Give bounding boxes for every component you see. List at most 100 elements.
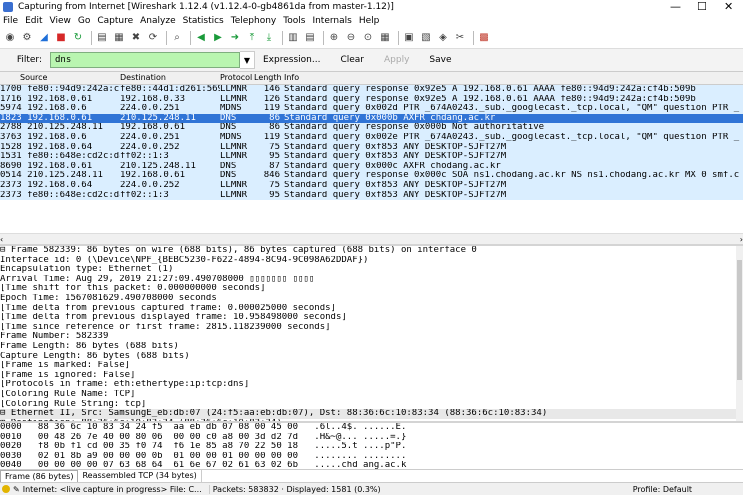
display-filters-icon[interactable]: ▧ bbox=[419, 31, 433, 45]
packet-details-pane: ⊟ Frame 582339: 86 bytes on wire (688 bi… bbox=[0, 244, 743, 421]
tab-reassembled-tcp[interactable]: Reassembled TCP (34 bytes) bbox=[78, 470, 202, 482]
detail-row[interactable]: [Coloring Rule String: tcp] bbox=[0, 399, 743, 410]
expert-info-icon[interactable] bbox=[2, 485, 10, 493]
close-window-button[interactable]: ✕ bbox=[724, 0, 733, 14]
stop-icon[interactable]: ■ bbox=[54, 31, 68, 45]
packet-row[interactable]: 8690 192.168.0.61 210.125.248.11 DNS 87 Stan… bbox=[0, 161, 743, 172]
profile-status[interactable]: Profile: Default bbox=[633, 485, 692, 494]
clear-filter-button[interactable]: Clear bbox=[340, 55, 364, 65]
column-length[interactable]: Length bbox=[254, 72, 284, 84]
detail-row[interactable]: Frame Number: 582339 bbox=[0, 332, 743, 342]
save-icon[interactable]: ▦ bbox=[112, 31, 126, 45]
detail-row[interactable]: Frame Length: 86 bytes (688 bits) bbox=[0, 341, 743, 352]
menu-help[interactable]: Help bbox=[359, 16, 380, 26]
colorize-icon[interactable]: ▥ bbox=[286, 31, 300, 45]
packet-cell-src: 1716 192.168.0.61 bbox=[0, 94, 93, 104]
detail-row[interactable]: [Frame is marked: False] bbox=[0, 361, 743, 371]
coloring-rules-icon[interactable]: ◈ bbox=[436, 31, 450, 45]
menu-view[interactable]: View bbox=[50, 16, 71, 26]
menu-statistics[interactable]: Statistics bbox=[183, 16, 224, 26]
open-icon[interactable]: ▤ bbox=[95, 31, 109, 45]
forward-icon[interactable]: ▶ bbox=[211, 31, 225, 45]
hex-row[interactable]: 0020 f8 0b f1 cd 00 35 f0 74 f6 1e 85 a8… bbox=[0, 442, 743, 452]
last-icon[interactable]: ⤓ bbox=[262, 31, 276, 45]
detail-row[interactable]: Arrival Time: Aug 29, 2019 21:27:09.4907… bbox=[0, 274, 743, 285]
detail-row[interactable]: Epoch Time: 1567081629.490708000 seconds bbox=[0, 293, 743, 304]
toolbar-separator bbox=[166, 31, 167, 45]
packet-cell-len: 146 bbox=[263, 85, 280, 94]
packet-cell-info: Standard query 0x000b AXFR chdang.ac.kr bbox=[284, 113, 496, 123]
detail-row[interactable]: ⊟ Frame 582339: 86 bytes on wire (688 bi… bbox=[0, 246, 743, 256]
start-icon[interactable]: ◢ bbox=[37, 31, 51, 45]
menu-go[interactable]: Go bbox=[78, 16, 90, 26]
interface-icon[interactable]: ◉ bbox=[3, 31, 17, 45]
back-icon[interactable]: ◀ bbox=[194, 31, 208, 45]
preferences-icon[interactable]: ✂ bbox=[453, 31, 467, 45]
menu-capture[interactable]: Capture bbox=[97, 16, 133, 26]
column-destination[interactable]: Destination bbox=[120, 72, 220, 84]
detail-row[interactable]: [Protocols in frame: eth:ethertype:ip:tc… bbox=[0, 380, 743, 390]
hex-row[interactable]: 0010 00 48 26 7e 40 00 80 06 00 00 c0 a8… bbox=[0, 433, 743, 443]
column-info[interactable]: Info bbox=[284, 72, 742, 84]
tab-frame[interactable]: Frame (86 bytes) bbox=[0, 470, 79, 482]
packet-row[interactable]: 0514 210.125.248.11 192.168.0.61 DNS 846 Sta… bbox=[0, 171, 743, 181]
detail-row[interactable]: [Time since reference or first frame: 28… bbox=[0, 322, 743, 333]
detail-row[interactable]: ⊟ Ethernet II, Src: SamsungE_eb:db:07 (2… bbox=[0, 409, 743, 419]
resize-columns-icon[interactable]: ▦ bbox=[378, 31, 392, 45]
minimize-button[interactable]: — bbox=[670, 0, 681, 14]
packet-row[interactable]: 1531 fe80::648e:cd2c:d85 ff02::1:3 LLMNR 95… bbox=[0, 152, 743, 162]
find-icon[interactable]: ⌕ bbox=[170, 31, 184, 45]
save-filter-button[interactable]: Save bbox=[429, 55, 451, 65]
packet-row[interactable]: 1528 192.168.0.64 224.0.0.252 LLMNR 75 Stand… bbox=[0, 142, 743, 153]
packet-row[interactable]: 2373 fe80::648e:cd2c:d85 ff02::1:3 LLMNR 95… bbox=[0, 190, 743, 201]
scroll-left-icon[interactable]: ‹ bbox=[0, 235, 3, 244]
goto-icon[interactable]: ➜ bbox=[228, 31, 242, 45]
packet-row[interactable]: 1700 fe80::94d9:242a:cf4 fe80::44d1:d261:… bbox=[0, 85, 743, 95]
detail-row[interactable]: [Frame is ignored: False] bbox=[0, 370, 743, 381]
detail-row[interactable]: [Coloring Rule Name: TCP] bbox=[0, 389, 743, 400]
menu-internals[interactable]: Internals bbox=[312, 16, 351, 26]
zoom-in-icon[interactable]: ⊕ bbox=[327, 31, 341, 45]
hex-row[interactable]: 0000 88 36 6c 10 83 34 24 f5 aa eb db 07… bbox=[0, 423, 743, 433]
packet-row[interactable]: 1823 192.168.0.61 210.125.248.11 DNS 86 Stan… bbox=[0, 113, 743, 124]
options-icon[interactable]: ⚙ bbox=[20, 31, 34, 45]
menu-file[interactable]: File bbox=[3, 16, 18, 26]
detail-row[interactable]: [Time shift for this packet: 0.000000000… bbox=[0, 284, 743, 294]
detail-row[interactable]: [Time delta from previous captured frame… bbox=[0, 303, 743, 314]
packet-row[interactable]: 2373 192.168.0.64 224.0.0.252 LLMNR 75 Stand… bbox=[0, 180, 743, 191]
capture-filters-icon[interactable]: ▣ bbox=[402, 31, 416, 45]
packet-row[interactable]: 2788 210.125.248.11 192.168.0.61 DNS 86 Stan… bbox=[0, 123, 743, 133]
menu-analyze[interactable]: Analyze bbox=[140, 16, 175, 26]
hex-row[interactable]: 0030 02 01 8b a9 00 00 00 0b 01 00 00 01… bbox=[0, 452, 743, 462]
packet-row[interactable]: 1716 192.168.0.61 192.168.0.33 LLMNR 126 Sta… bbox=[0, 94, 743, 105]
first-icon[interactable]: ⤒ bbox=[245, 31, 259, 45]
apply-filter-button[interactable]: Apply bbox=[384, 55, 409, 65]
column-source[interactable]: Source bbox=[0, 72, 120, 84]
hex-row[interactable]: 0040 00 00 00 00 07 63 68 64 61 6e 67 02… bbox=[0, 461, 743, 469]
packet-row[interactable]: 3763 192.168.0.6 224.0.0.251 MDNS 119 Standa… bbox=[0, 132, 743, 143]
column-protocol[interactable]: Protocol bbox=[220, 72, 254, 84]
menu-tools[interactable]: Tools bbox=[283, 16, 305, 26]
detail-row[interactable]: Encapsulation type: Ethernet (1) bbox=[0, 265, 743, 275]
reload-icon[interactable]: ⟳ bbox=[146, 31, 160, 45]
details-scroll-thumb[interactable] bbox=[737, 260, 742, 380]
display-filter-input[interactable]: dns bbox=[50, 52, 240, 68]
zoom-out-icon[interactable]: ⊖ bbox=[344, 31, 358, 45]
details-vertical-scrollbar[interactable] bbox=[736, 246, 743, 421]
zoom-normal-icon[interactable]: ⊙ bbox=[361, 31, 375, 45]
autoscroll-icon[interactable]: ▤ bbox=[303, 31, 317, 45]
edit-comment-icon[interactable]: ✎ bbox=[13, 485, 20, 494]
detail-row[interactable]: Interface id: 0 (\Device\NPF_{BEBC5230-F… bbox=[0, 255, 743, 266]
detail-row[interactable]: Capture Length: 86 bytes (688 bits) bbox=[0, 351, 743, 362]
packet-row[interactable]: 5974 192.168.0.6 224.0.0.251 MDNS 119 Standa… bbox=[0, 104, 743, 114]
detail-row[interactable]: [Time delta from previous displayed fram… bbox=[0, 313, 743, 323]
menu-edit[interactable]: Edit bbox=[25, 16, 42, 26]
help-icon[interactable]: ▩ bbox=[477, 31, 491, 45]
maximize-button[interactable]: ☐ bbox=[697, 0, 707, 14]
menu-telephony[interactable]: Telephony bbox=[231, 16, 277, 26]
packet-list-horizontal-scrollbar[interactable]: ‹ › bbox=[0, 233, 743, 244]
close-file-icon[interactable]: ✖ bbox=[129, 31, 143, 45]
restart-icon[interactable]: ↻ bbox=[71, 31, 85, 45]
filter-history-dropdown[interactable]: ▼ bbox=[240, 51, 255, 69]
expression-button[interactable]: Expression... bbox=[263, 55, 320, 65]
